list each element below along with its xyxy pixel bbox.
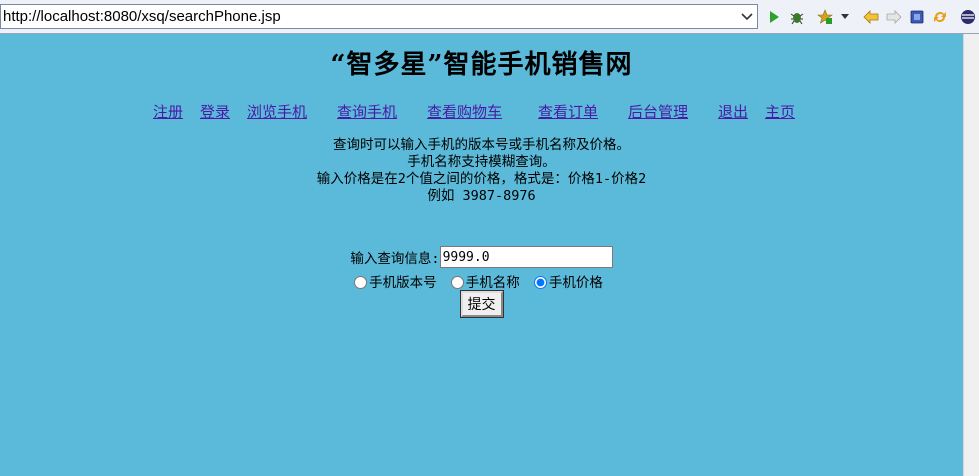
- instruction-line: 例如 3987-8976: [427, 188, 536, 204]
- submit-button[interactable]: 提交: [459, 290, 504, 318]
- nav-link-view-orders[interactable]: 查看订单: [538, 101, 598, 122]
- vertical-scrollbar[interactable]: [963, 34, 979, 476]
- radio-name[interactable]: [450, 276, 464, 289]
- submit-row: 提交: [0, 290, 963, 318]
- url-text[interactable]: http://localhost:8080/xsq/searchPhone.js…: [3, 8, 281, 25]
- query-input[interactable]: [439, 246, 613, 268]
- search-type-radios: 手机版本号 手机名称 手机价格: [0, 271, 963, 291]
- radio-label: 手机价格: [548, 275, 603, 291]
- debug-icon[interactable]: [788, 8, 806, 26]
- back-icon[interactable]: [862, 8, 880, 26]
- nav-link-search-phones[interactable]: 查询手机: [337, 101, 397, 122]
- eclipse-icon: [959, 8, 977, 26]
- radio-price[interactable]: [533, 276, 547, 289]
- query-label: 输入查询信息:: [350, 251, 440, 267]
- nav-link-register[interactable]: 注册: [153, 101, 183, 122]
- nav-link-login[interactable]: 登录: [200, 101, 230, 122]
- nav-link-admin[interactable]: 后台管理: [628, 101, 688, 122]
- page-title: “智多星”智能手机销售网: [330, 50, 633, 80]
- instruction-line: 手机名称支持模糊查询。: [407, 154, 556, 170]
- nav-link-logout[interactable]: 退出: [718, 101, 748, 122]
- url-dropdown-icon[interactable]: [737, 5, 757, 28]
- stop-icon[interactable]: [908, 8, 926, 26]
- page-content: “智多星”智能手机销售网 注册 登录 浏览手机 查询手机 查看购物车 查看订单 …: [0, 34, 963, 476]
- nav-link-home[interactable]: 主页: [765, 101, 795, 122]
- radio-option-price[interactable]: 手机价格: [533, 275, 603, 291]
- nav-link-view-cart[interactable]: 查看购物车: [427, 101, 502, 122]
- external-tools-icon[interactable]: [816, 8, 834, 26]
- query-row: 输入查询信息:: [0, 246, 963, 268]
- instruction-line: 输入价格是在2个值之间的价格，格式是：价格1-价格2: [316, 171, 647, 187]
- nav-bar: 注册 登录 浏览手机 查询手机 查看购物车 查看订单 后台管理 退出 主页: [0, 101, 963, 121]
- forward-icon[interactable]: [885, 8, 903, 26]
- radio-label: 手机名称: [465, 275, 520, 291]
- refresh-icon[interactable]: [931, 8, 949, 26]
- browser-toolbar: http://localhost:8080/xsq/searchPhone.js…: [0, 0, 979, 34]
- run-icon[interactable]: [765, 8, 783, 26]
- radio-option-name[interactable]: 手机名称: [450, 275, 528, 291]
- radio-label: 手机版本号: [369, 275, 437, 291]
- dropdown-icon[interactable]: [839, 8, 851, 26]
- radio-option-model[interactable]: 手机版本号: [354, 275, 445, 291]
- instruction-line: 查询时可以输入手机的版本号或手机名称及价格。: [333, 137, 630, 153]
- url-bar[interactable]: http://localhost:8080/xsq/searchPhone.js…: [0, 4, 758, 29]
- radio-model[interactable]: [354, 276, 368, 289]
- nav-link-browse-phones[interactable]: 浏览手机: [247, 101, 307, 122]
- search-instructions: 查询时可以输入手机的版本号或手机名称及价格。 手机名称支持模糊查询。 输入价格是…: [0, 137, 963, 205]
